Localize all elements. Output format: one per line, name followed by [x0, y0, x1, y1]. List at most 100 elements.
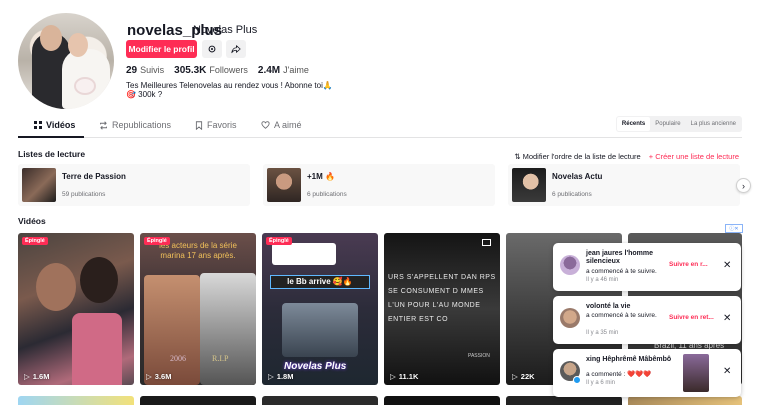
notification-action: a commenté : ❤️❤️❤️ [586, 371, 652, 378]
playlist-count: 6 publications [307, 191, 347, 198]
following-count: 29 [126, 65, 138, 76]
video-views: ▷ 22K [512, 372, 535, 381]
close-icon[interactable]: ✕ [723, 260, 731, 271]
video-card[interactable]: Épinglé ▷ 1.6M [18, 233, 134, 385]
notification-username: jean jaures l'homme silencieux [586, 250, 654, 265]
pinned-badge: Épinglé [22, 237, 48, 245]
tab-favorites-label: Favoris [207, 120, 237, 130]
play-icon: ▷ [24, 372, 30, 381]
followers-label: Followers [209, 65, 248, 75]
playlist-name: Terre de Passion [62, 172, 126, 181]
avatar-bride-face [68, 33, 88, 57]
followers-count: 305.3K [174, 65, 207, 76]
create-playlist-link[interactable]: + Créer une liste de lecture [649, 152, 739, 161]
tab-favorites[interactable]: Favoris [195, 120, 237, 130]
notification-time: Il y a 6 min [586, 380, 616, 386]
notification-time: Il y a 46 min [586, 277, 619, 283]
playlists-title: Listes de lecture [18, 149, 86, 159]
video-card[interactable]: URS S'APPELLENT DAN RPS SE CONSUMENT D M… [384, 233, 500, 385]
tab-reposts-label: Republications [112, 120, 172, 130]
notification-username: xing Hêphrêmê Mâbêmbô [586, 356, 672, 363]
notification-toast[interactable]: volonté la vie a commencé à te suivre. I… [553, 296, 741, 344]
ad-choices-icon[interactable]: ⓘ✕ [725, 224, 743, 233]
video-passion-text: PASSION [468, 353, 490, 359]
tab-reposts[interactable]: Republications [99, 120, 171, 130]
likes-count: 2.4M [257, 65, 281, 76]
sort-toggle: Récents Populaire La plus ancienne [615, 116, 742, 132]
video-card-peek[interactable] [384, 396, 500, 405]
video-figure [80, 257, 118, 303]
tab-videos[interactable]: Vidéos [34, 120, 75, 130]
video-figure [200, 273, 256, 385]
playlist-card[interactable]: +1M 🔥 6 publications [263, 164, 495, 206]
profile-avatar[interactable] [18, 13, 114, 109]
settings-button[interactable] [202, 40, 222, 58]
grid-icon [34, 121, 42, 129]
playlist-actions: ⇅ Modifier l'ordre de la liste de lectur… [514, 152, 739, 161]
repost-icon [100, 120, 107, 130]
video-rip-text: R.I.P [212, 354, 229, 363]
video-card-peek[interactable] [628, 396, 742, 405]
notification-video-thumbnail[interactable] [683, 354, 709, 392]
video-comment-bubble [272, 243, 336, 265]
notification-action: a commencé à te suivre. [586, 312, 657, 319]
playlist-thumbnail [267, 168, 301, 202]
video-figure [72, 313, 122, 385]
fullscreen-icon[interactable] [482, 239, 491, 246]
gear-icon [208, 45, 216, 53]
video-views: ▷ 1.8M [268, 372, 293, 381]
follow-back-button[interactable]: Suivre en r... [669, 261, 708, 268]
playlist-count: 59 publications [62, 191, 106, 198]
video-card[interactable]: le Bb arrive 🥰🔥 Novelas Plus Épinglé ▷ 1.… [262, 233, 378, 385]
avatar-bouquet [74, 77, 96, 95]
likes-label: J'aime [283, 65, 309, 75]
play-icon: ▷ [390, 372, 396, 381]
notification-toast[interactable]: jean jaures l'homme silencieux a commenc… [553, 243, 741, 291]
sort-recent[interactable]: Récents [616, 117, 651, 131]
tab-liked[interactable]: A aimé [261, 120, 302, 130]
video-card-peek[interactable] [262, 396, 378, 405]
video-views: ▷ 11.1K [390, 372, 418, 381]
active-tab-indicator [18, 136, 84, 138]
playlist-count: 6 publications [552, 191, 592, 198]
video-views: ▷ 1.6M [24, 372, 49, 381]
heart-icon [261, 121, 270, 129]
chevron-right-icon: › [742, 180, 745, 191]
tab-liked-label: A aimé [274, 120, 302, 130]
video-figure [36, 263, 76, 311]
view-count: 3.6M [154, 372, 172, 381]
video-views: ▷ 3.6M [146, 372, 171, 381]
view-count: 11.1K [398, 372, 419, 381]
notification-toast[interactable]: xing Hêphrêmê Mâbêmbô a commenté : ❤️❤️❤… [553, 349, 741, 397]
tab-videos-label: Vidéos [46, 120, 76, 130]
view-count: 1.6M [32, 372, 50, 381]
video-card-peek[interactable] [18, 396, 134, 405]
follow-back-button[interactable]: Suivre en ret... [669, 314, 714, 321]
video-card-peek[interactable] [140, 396, 256, 405]
play-icon: ▷ [268, 372, 274, 381]
view-count: 22K [520, 372, 535, 381]
play-icon: ▷ [146, 372, 152, 381]
playlists-next-button[interactable]: › [736, 178, 751, 193]
playlist-card[interactable]: Novelas Actu 6 publications [508, 164, 740, 206]
edit-profile-button[interactable]: Modifier le profil [126, 40, 197, 58]
following-label: Suivis [140, 65, 165, 75]
share-profile-button[interactable] [226, 40, 246, 58]
followers-stat[interactable]: 305.3K Followers [174, 65, 248, 76]
profile-tabs: Vidéos Republications Favoris A aimé Réc… [18, 116, 742, 138]
video-figure [144, 275, 200, 385]
sort-oldest[interactable]: La plus ancienne [686, 117, 741, 131]
likes-stat: 2.4M J'aime [258, 65, 309, 76]
playlist-thumbnail [512, 168, 546, 202]
sort-popular[interactable]: Populaire [650, 117, 685, 131]
notification-action: a commencé à te suivre. [586, 268, 657, 275]
video-card[interactable]: les acteurs de la série marina 17 ans ap… [140, 233, 256, 385]
reorder-playlists-link[interactable]: ⇅ Modifier l'ordre de la liste de lectur… [514, 152, 641, 161]
close-icon[interactable]: ✕ [723, 313, 731, 324]
playlist-card[interactable]: Terre de Passion 59 publications [18, 164, 250, 206]
following-stat[interactable]: 29 Suivis [126, 65, 164, 76]
video-card-peek[interactable] [506, 396, 622, 405]
profile-display-name: Novelas Plus [193, 24, 258, 36]
close-icon[interactable]: ✕ [723, 366, 731, 377]
videos-title: Vidéos [18, 216, 46, 226]
